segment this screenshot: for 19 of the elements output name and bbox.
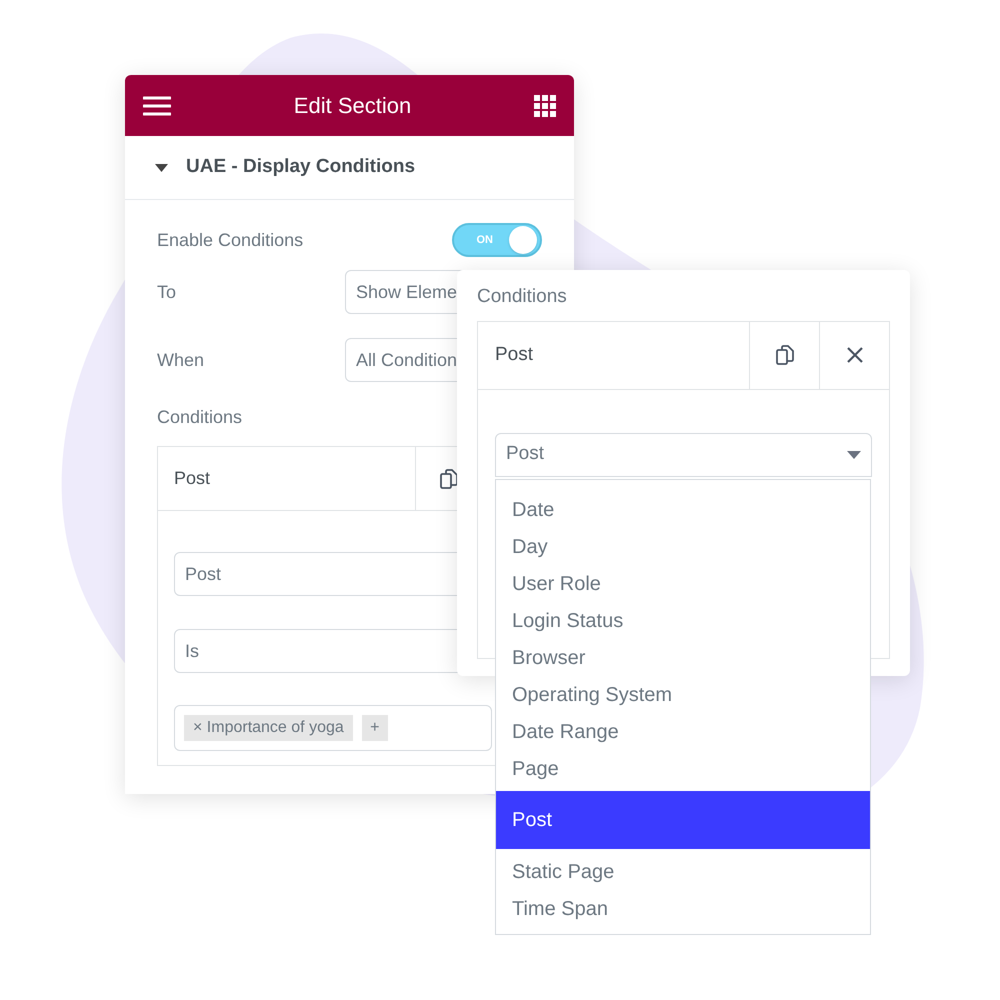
condition-title[interactable]: Post (158, 447, 415, 510)
select-field[interactable]: Post (495, 432, 872, 476)
section-header[interactable]: UAE - Display Conditions (125, 136, 574, 200)
tags-field[interactable]: × Importance of yoga + (174, 705, 492, 751)
panel-title: Edit Section (294, 92, 412, 120)
field-label: Enable Conditions (157, 228, 304, 252)
dropdown-option[interactable]: Static Page (496, 853, 870, 890)
field-label: When (157, 348, 206, 372)
dropdown-option[interactable]: Operating System (496, 676, 870, 713)
dropdown-option[interactable]: Time Span (496, 890, 870, 927)
toggle-label: ON (476, 232, 493, 248)
dropdown-option[interactable]: Page (496, 750, 870, 787)
dropdown-option[interactable]: Date Range (496, 713, 870, 750)
field-label: To (157, 280, 178, 304)
tag[interactable]: × Importance of yoga (184, 715, 353, 741)
section-label: Conditions (157, 406, 244, 429)
dropdown-option[interactable]: Post (496, 791, 870, 849)
add-tag-button[interactable]: + (362, 715, 388, 741)
dropdown-option[interactable]: Date (496, 491, 870, 528)
